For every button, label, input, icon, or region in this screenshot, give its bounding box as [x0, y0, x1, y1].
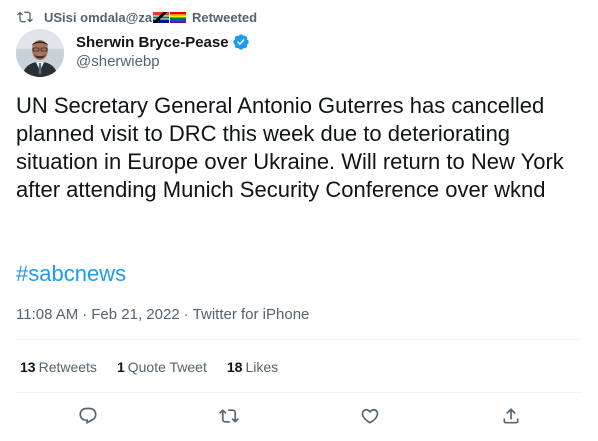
south-africa-flag-icon [153, 11, 170, 23]
retweet-icon [17, 11, 33, 23]
meta-separator: · [183, 306, 189, 323]
retweeted-by-bar[interactable]: USisi omdala@za Retweeted [17, 8, 257, 26]
divider [16, 339, 582, 340]
retweet-button[interactable] [217, 404, 241, 428]
quote-tweets-label: Quote Tweet [127, 359, 207, 375]
quote-tweets-stat[interactable]: 1 Quote Tweet [117, 359, 207, 375]
likes-label: Likes [245, 359, 279, 375]
quote-tweets-count: 1 [116, 359, 125, 375]
retweet-icon [219, 409, 239, 423]
share-button[interactable] [499, 404, 523, 428]
retweeted-label: Retweeted [192, 9, 258, 25]
author-name[interactable]: Sherwin Bryce-Pease [76, 34, 229, 51]
tweet-time[interactable]: 11:08 AM [16, 306, 78, 323]
avatar[interactable] [16, 29, 64, 77]
verified-badge-icon [232, 34, 249, 50]
meta-separator: · [82, 306, 88, 323]
divider [16, 392, 582, 393]
like-button[interactable] [358, 404, 382, 428]
author-handle[interactable]: @sherwiebp [76, 53, 250, 70]
reply-button[interactable] [76, 404, 100, 428]
action-bar [0, 404, 598, 432]
likes-count: 18 [226, 359, 243, 375]
retweets-stat[interactable]: 13 Retweets [20, 359, 97, 375]
author-block[interactable]: Sherwin Bryce-Pease @sherwiebp [76, 32, 250, 70]
share-icon [503, 408, 519, 424]
heart-icon [361, 408, 379, 424]
avatar-image [16, 29, 64, 77]
tweet-date[interactable]: Feb 21, 2022 [91, 306, 179, 323]
reply-icon [79, 407, 97, 425]
likes-stat[interactable]: 18 Likes [227, 359, 278, 375]
retweeted-by-name[interactable]: USisi omdala@za [44, 10, 152, 25]
retweets-count: 13 [20, 359, 36, 375]
rainbow-flag-icon [170, 11, 187, 23]
hashtag-link[interactable]: #sabcnews [16, 260, 126, 288]
retweets-label: Retweets [38, 359, 97, 375]
tweet-meta: 11:08 AM · Feb 21, 2022 · Twitter for iP… [16, 306, 309, 323]
engagement-stats: 13 Retweets 1 Quote Tweet 18 Likes [20, 359, 298, 375]
tweet-text: UN Secretary General Antonio Guterres ha… [16, 93, 564, 202]
tweet-source[interactable]: Twitter for iPhone [193, 306, 310, 323]
